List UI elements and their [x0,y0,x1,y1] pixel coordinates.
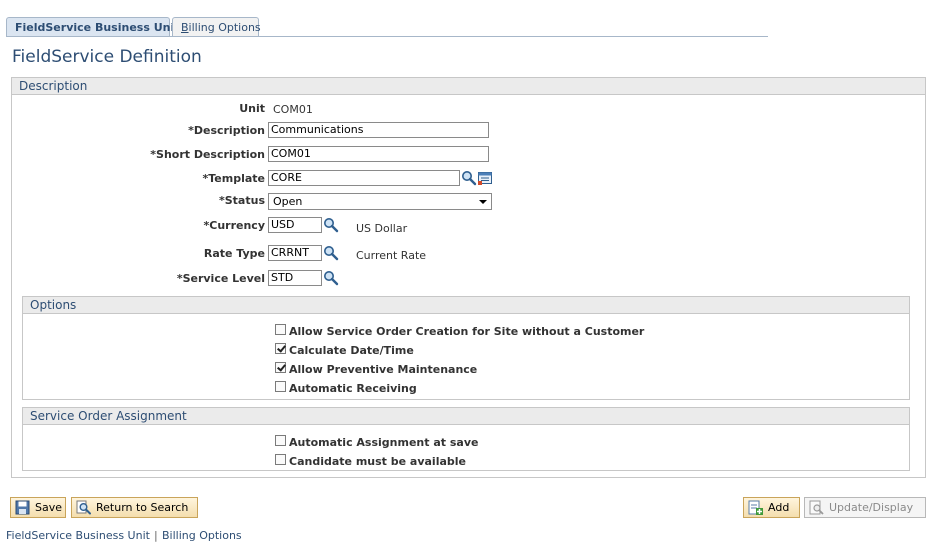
save-icon [15,500,30,515]
update-display-label: Update/Display [829,501,914,514]
allow-so-creation-checkbox[interactable] [275,324,286,335]
tab-divider [6,36,768,37]
currency-description: US Dollar [356,222,408,235]
update-display-icon [809,500,824,515]
description-field[interactable]: Communications [268,122,489,138]
rate-type-description: Current Rate [356,249,427,262]
search-icon [76,500,91,515]
status-label: *Status [219,194,265,207]
calculate-datetime-label: Calculate Date/Time [289,344,414,357]
options-group-header: Options [23,297,909,314]
automatic-assignment-label: Automatic Assignment at save [289,436,479,449]
status-selected-value: Open [273,195,303,208]
unit-value: COM01 [273,103,313,116]
automatic-assignment-checkbox[interactable] [275,435,286,446]
add-button[interactable]: Add [743,497,800,518]
allow-preventive-maintenance-label: Allow Preventive Maintenance [289,363,478,376]
candidate-available-label: Candidate must be available [289,455,466,468]
allow-so-creation-label: Allow Service Order Creation for Site wi… [289,325,645,338]
template-detail-icon[interactable] [477,170,493,186]
currency-lookup-icon[interactable] [323,217,339,233]
page-title: FieldService Definition [12,47,202,67]
description-group-header: Description [12,78,925,95]
description-label: *Description [188,124,265,137]
unit-label: Unit [239,102,265,115]
add-button-label: Add [768,501,790,514]
automatic-receiving-checkbox[interactable] [275,381,286,392]
save-button[interactable]: Save [10,497,66,518]
automatic-receiving-label: Automatic Receiving [289,382,417,395]
template-lookup-icon[interactable] [461,170,477,186]
rate-type-label: Rate Type [203,247,265,260]
save-button-label: Save [35,501,63,514]
tab-label: illing Options [188,21,261,34]
status-select[interactable]: Open [268,193,492,210]
currency-label: *Currency [203,219,266,232]
update-display-button[interactable]: Update/Display [804,497,926,518]
rate-type-field[interactable]: CRRNT [268,245,322,261]
template-label: *Template [202,172,265,185]
return-to-search-label: Return to Search [96,501,189,514]
rate-type-lookup-icon[interactable] [323,245,339,261]
calculate-datetime-checkbox[interactable] [275,343,286,354]
footer-separator: | [154,529,158,542]
candidate-available-checkbox[interactable] [275,454,286,465]
tab-label: FieldService Business Unit [15,21,180,34]
footer-link-fieldservice-business-unit[interactable]: FieldService Business Unit [6,529,150,542]
short-description-field[interactable]: COM01 [268,146,489,162]
service-level-field[interactable]: STD [268,270,322,286]
tab-fieldservice-business-unit[interactable]: FieldService Business Unit [6,17,180,37]
currency-field[interactable]: USD [268,217,322,233]
tab-label-accesskey: B [181,21,189,34]
options-group: Options [22,296,910,400]
service-order-assignment-header: Service Order Assignment [23,408,909,425]
allow-preventive-maintenance-checkbox[interactable] [275,362,286,373]
add-icon [748,500,763,515]
chevron-down-icon [479,200,487,204]
footer-link-billing-options[interactable]: Billing Options [162,529,242,542]
service-level-label: *Service Level [176,272,265,285]
tab-billing-options[interactable]: Billing Options [172,17,261,37]
template-field[interactable]: CORE [268,170,460,186]
service-level-lookup-icon[interactable] [323,270,339,286]
short-description-label: *Short Description [150,148,265,161]
return-to-search-button[interactable]: Return to Search [71,497,198,518]
